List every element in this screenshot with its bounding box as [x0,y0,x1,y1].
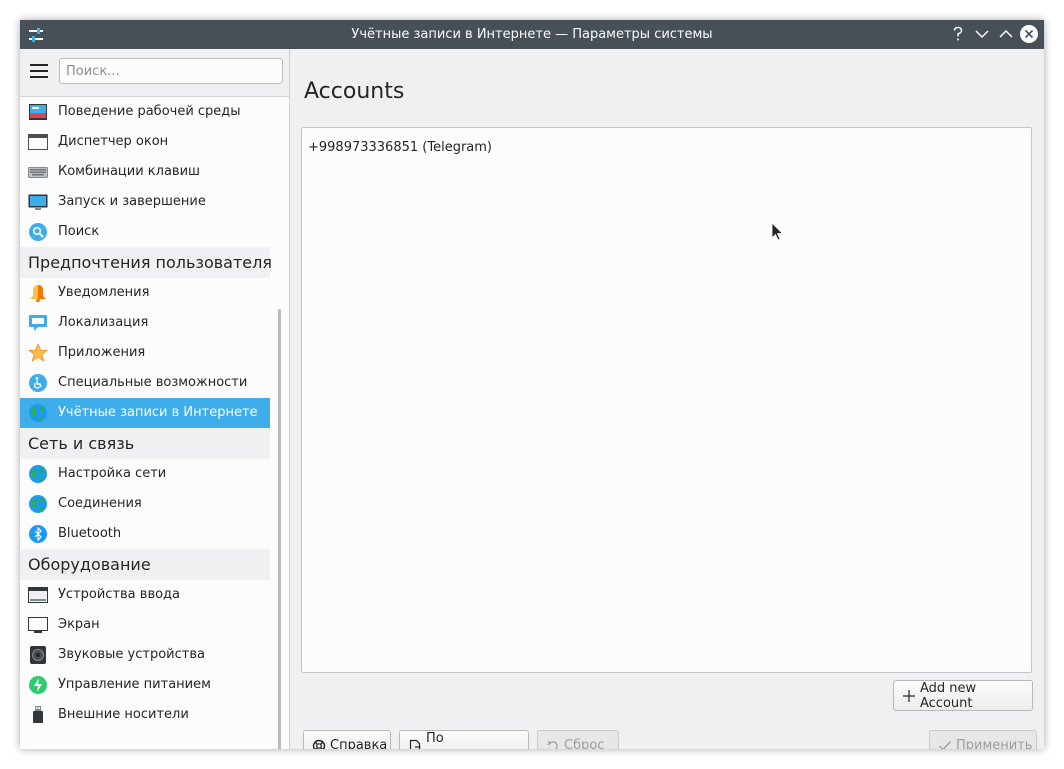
sidebar-group-user: Предпочтения пользователя [20,247,272,278]
lifebuoy-icon [312,739,326,749]
sidebar-item-label: Комбинации клавиш [58,164,200,179]
mouse-cursor-icon [771,222,784,241]
account-item[interactable]: +998973336851 (Telegram) [308,140,492,155]
sidebar-item-input-devices[interactable]: Устройства ввода [20,580,270,610]
plus-icon [903,690,915,702]
sidebar-item-connections[interactable]: Соединения [20,489,270,519]
bell-icon [30,285,46,303]
add-account-button[interactable]: Add new Account [893,680,1033,711]
apply-button[interactable]: Применить [929,730,1037,749]
sidebar-item-bluetooth[interactable]: Bluetooth [20,519,270,549]
sidebar-item-label: Управление питанием [58,677,211,692]
startup-monitor-icon [28,194,48,210]
sidebar-item-accessibility[interactable]: Специальные возможности [20,368,270,398]
sidebar-scrollbar[interactable] [278,309,281,749]
sidebar-group-hardware: Оборудование [20,549,270,580]
add-account-label: Add new Account [920,681,977,711]
search-input[interactable] [59,58,283,84]
sidebar-group-network: Сеть и связь [20,428,270,459]
sidebar-item-audio[interactable]: Звуковые устройства [20,640,270,670]
sidebar-item-label: Запуск и завершение [58,194,206,209]
chevron-down-icon [975,30,989,39]
sidebar-item-power[interactable]: Управление питанием [20,670,270,700]
sidebar-item-label: Соединения [58,496,142,511]
input-devices-icon [28,587,48,603]
sidebar-item-label: Уведомления [58,285,150,300]
question-mark-icon [953,26,963,41]
sidebar-item-label: Устройства ввода [58,587,181,602]
sidebar-item-display[interactable]: Экран [20,610,270,640]
sidebar-item-desktop-behavior[interactable]: Поведение рабочей среды [20,97,270,127]
keyboard-icon [28,167,48,178]
defaults-button[interactable]: По умолчанию [399,730,529,749]
sidebar-toolbar [20,49,289,97]
reset-button[interactable]: Сброс [537,730,619,749]
sidebar-item-shortcuts[interactable]: Комбинации клавиш [20,157,270,187]
title-bar[interactable]: Учётные записи в Интернете — Параметры с… [20,20,1044,49]
sidebar-item-label: Внешние носители [58,707,189,722]
sidebar-item-notifications[interactable]: Уведомления [20,278,270,308]
desktop-behavior-icon [29,104,47,120]
power-icon [29,676,47,694]
sidebar-item-online-accounts[interactable]: Учётные записи в Интернете [20,398,270,428]
sidebar-item-localization[interactable]: Локализация [20,308,270,338]
close-icon [1020,25,1038,43]
bluetooth-icon [29,525,47,543]
window-manager-icon [28,134,48,150]
chevron-up-icon [999,29,1013,38]
hamburger-menu-icon[interactable] [30,64,48,80]
sidebar-item-window-manager[interactable]: Диспетчер окон [20,127,270,157]
sidebar-item-label: Экран [58,617,100,632]
page-title: Accounts [304,79,405,104]
maximize-button[interactable] [996,24,1016,44]
globe-icon [29,495,47,513]
sidebar-item-label: Поиск [58,224,100,239]
sidebar-item-search[interactable]: Поиск [20,217,270,247]
sidebar-item-applications[interactable]: Приложения [20,338,270,368]
document-defaults-icon [409,739,421,749]
help-button[interactable]: Справка [303,730,391,749]
sidebar-item-label: Локализация [58,315,149,330]
sidebar-item-label: Диспетчер окон [58,134,169,149]
search-icon [29,223,47,241]
sidebar-item-label: Bluetooth [58,526,122,541]
sidebar-item-network-settings[interactable]: Настройка сети [20,459,270,489]
reset-label: Сброс [564,738,605,749]
sidebar-item-removable-storage[interactable]: Внешние носители [20,700,270,730]
accessibility-icon [29,374,47,392]
star-icon [28,343,48,362]
speaker-icon [30,646,46,664]
accounts-list[interactable]: +998973336851 (Telegram) [301,127,1032,673]
sidebar-item-label: Учётные записи в Интернете [58,405,258,420]
sidebar-nav: Поведение рабочей среды Диспетчер окон К… [20,97,272,730]
sidebar-item-startup[interactable]: Запуск и завершение [20,187,270,217]
sidebar-item-label: Звуковые устройства [58,647,205,662]
defaults-label: По умолчанию [426,731,503,749]
sidebar-item-label: Настройка сети [58,466,167,481]
sidebar-item-label: Специальные возможности [58,375,248,390]
close-button[interactable] [1019,24,1039,44]
window-title: Учётные записи в Интернете — Параметры с… [351,27,713,42]
sidebar-item-label: Приложения [58,345,146,360]
undo-icon [547,740,558,749]
locale-icon [29,315,47,331]
globe-icon [29,404,47,422]
sidebar-item-label: Поведение рабочей среды [58,104,241,119]
minimize-button[interactable] [972,24,992,44]
usb-drive-icon [33,706,43,723]
help-window-button[interactable] [948,24,968,44]
main-panel: Accounts +998973336851 (Telegram) Add ne… [290,49,1044,749]
globe-icon [29,465,47,483]
apply-label: Применить [956,738,1033,749]
display-icon [28,617,48,633]
sidebar: Поведение рабочей среды Диспетчер окон К… [20,49,290,749]
system-settings-window: Учётные записи в Интернете — Параметры с… [20,20,1044,749]
help-label: Справка [330,738,388,749]
checkmark-icon [939,741,951,749]
